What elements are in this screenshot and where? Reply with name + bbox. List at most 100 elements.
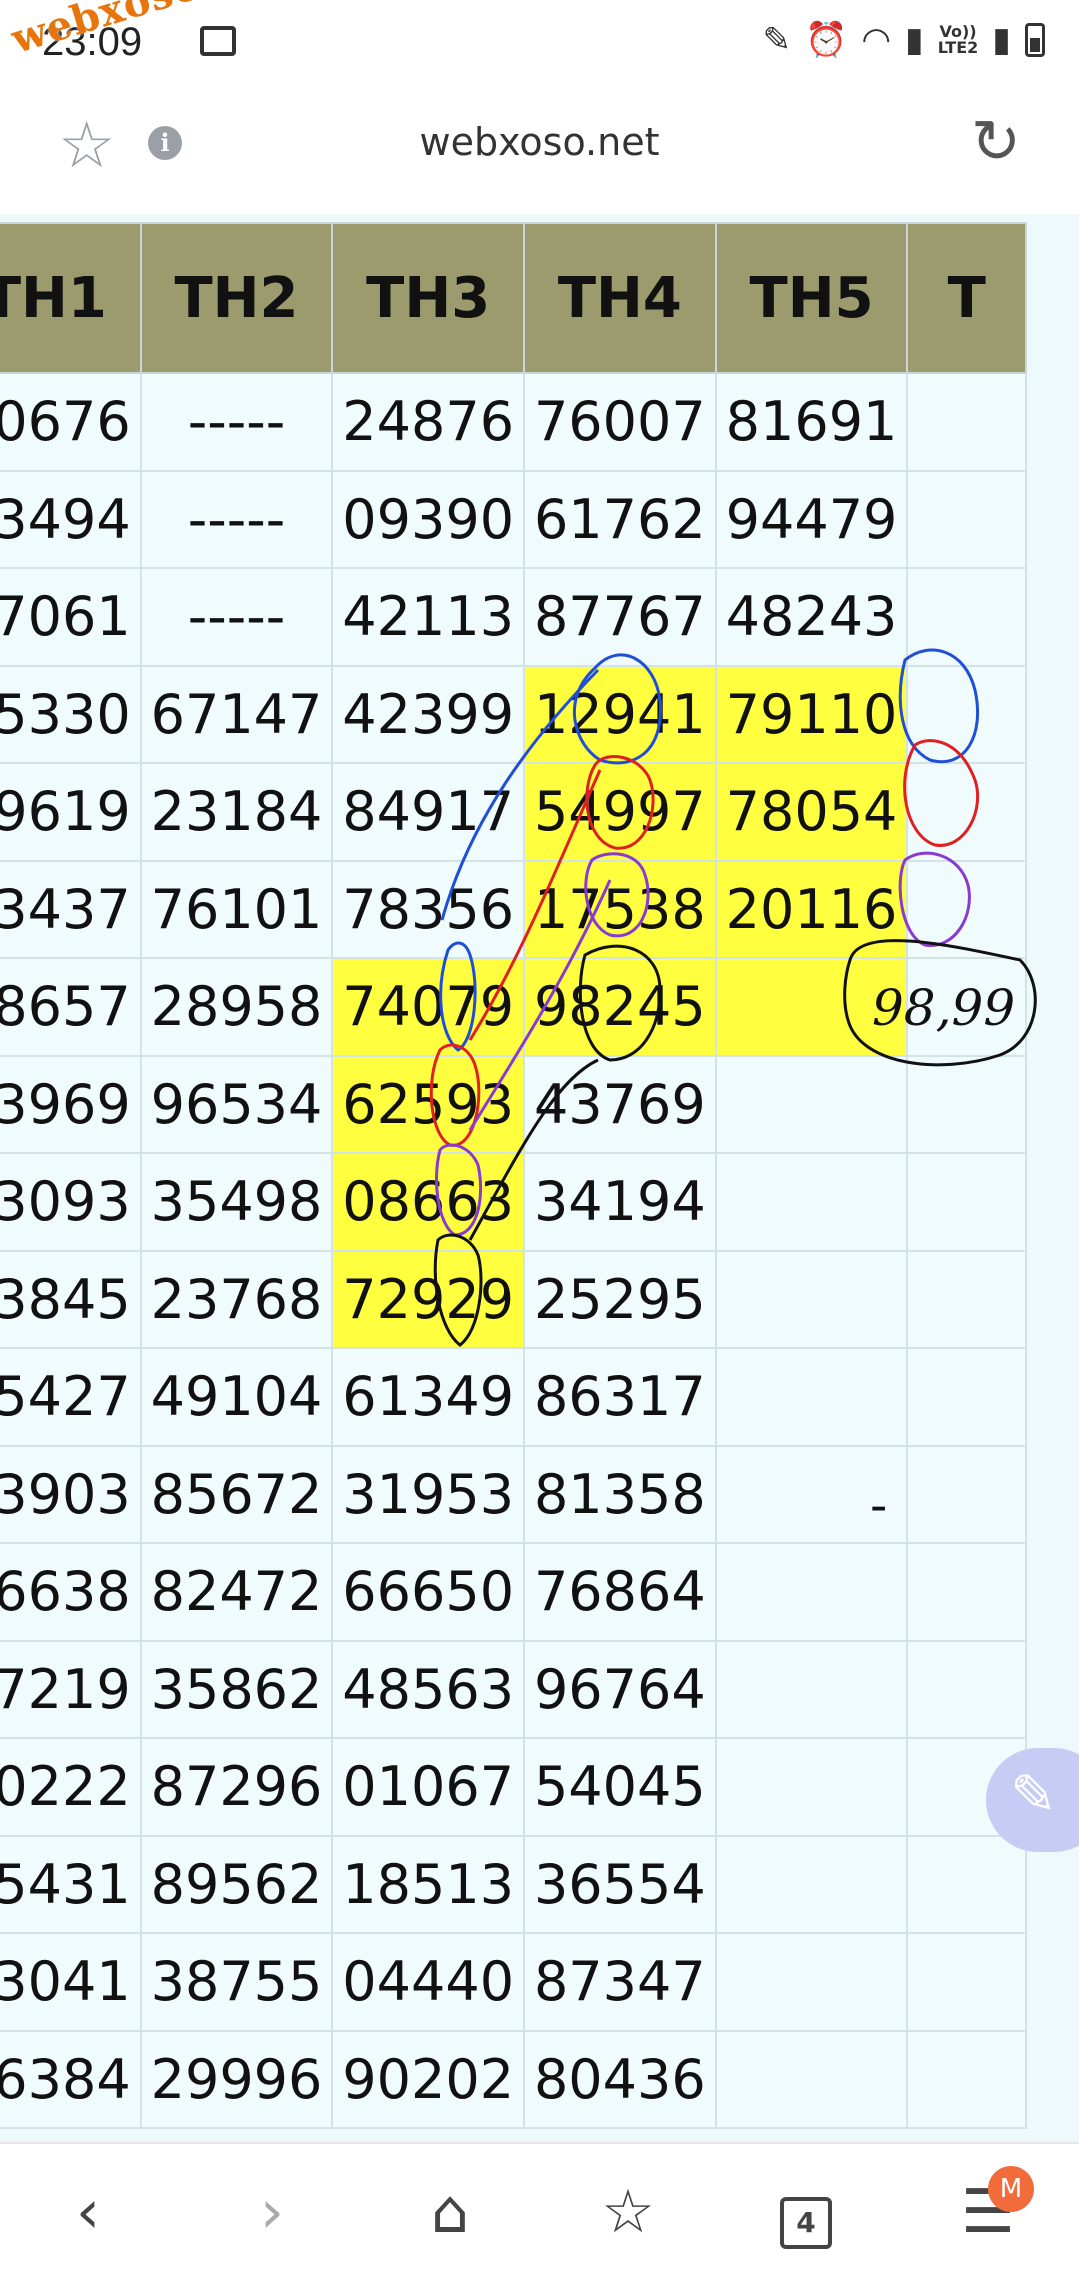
- table-cell: [714, 1249, 909, 1349]
- table-cell: -----: [139, 372, 334, 472]
- column-header-th4: TH4: [523, 222, 717, 374]
- table-cell: 56384: [0, 2029, 142, 2129]
- table-cell: 48563: [331, 1639, 526, 1739]
- table-cell: 34194: [523, 1152, 717, 1252]
- table-cell: 87347: [523, 1932, 717, 2032]
- table-cell: 81358: [523, 1444, 717, 1544]
- table-cell: [906, 859, 1027, 959]
- table-cell: 36554: [523, 1834, 717, 1934]
- table-cell: 53903: [0, 1444, 142, 1544]
- table-cell: 78054: [714, 762, 909, 862]
- table-cell: 89562: [139, 1834, 334, 1934]
- table-cell: 23184: [139, 762, 334, 862]
- table-cell: 72929: [331, 1249, 526, 1349]
- table-row: 57061-----421138776748243: [0, 567, 1027, 667]
- table-row: 53969965346259343769: [0, 1054, 1027, 1154]
- profile-avatar[interactable]: M: [988, 2166, 1034, 2212]
- table-cell: [906, 1639, 1027, 1739]
- table-cell: [906, 1152, 1027, 1252]
- table-cell: 76101: [139, 859, 334, 959]
- table-cell: 58657: [0, 957, 142, 1057]
- table-cell: 38755: [139, 1932, 334, 2032]
- table-row: 53903856723195381358: [0, 1444, 1027, 1544]
- table-cell: 87767: [523, 567, 717, 667]
- table-cell: [714, 1639, 909, 1739]
- forward-button[interactable]: ›: [222, 2172, 322, 2252]
- table-cell: 54997: [523, 762, 717, 862]
- table-cell: 18513: [331, 1834, 526, 1934]
- table-cell: 57219: [0, 1639, 142, 1739]
- table-cell: 53093: [0, 1152, 142, 1252]
- table-cell: 86317: [523, 1347, 717, 1447]
- table-cell: 43769: [523, 1054, 717, 1154]
- table-cell: 25295: [523, 1249, 717, 1349]
- table-cell: 87296: [139, 1737, 334, 1837]
- table-cell: 53041: [0, 1932, 142, 2032]
- table-cell: [714, 957, 909, 1057]
- table-cell: 76864: [523, 1542, 717, 1642]
- table-cell: [714, 1152, 909, 1252]
- table-row: 55427491046134986317: [0, 1347, 1027, 1447]
- table-row: 58657289587407998245: [0, 957, 1027, 1057]
- table-row: 5343776101783561753820116: [0, 859, 1027, 959]
- table-cell: 20116: [714, 859, 909, 959]
- network-label: Vo)) LTE2: [937, 22, 979, 57]
- table-cell: 55431: [0, 1834, 142, 1934]
- table-cell: 76007: [523, 372, 717, 472]
- table-cell: 57061: [0, 567, 142, 667]
- address-bar: ☆ i webxoso.net ↻: [0, 96, 1079, 216]
- table-cell: [714, 1542, 909, 1642]
- table-row: 57219358624856396764: [0, 1639, 1027, 1739]
- table-header-row: TH1 TH2 TH3 TH4 TH5 T: [0, 222, 1027, 374]
- table-cell: 01067: [331, 1737, 526, 1837]
- table-cell: 53437: [0, 859, 142, 959]
- table-cell: [906, 1054, 1027, 1154]
- edit-icon: ✎: [762, 20, 792, 60]
- column-header-th3: TH3: [331, 222, 526, 374]
- table-row: 90676-----248767600781691: [0, 372, 1027, 472]
- table-cell: 74079: [331, 957, 526, 1057]
- table-row: 53845237687292925295: [0, 1249, 1027, 1349]
- back-button[interactable]: ‹: [38, 2172, 138, 2252]
- results-table-container[interactable]: TH1TH2TH3TH4TH5T 90676-----2487676007816…: [0, 214, 1079, 2142]
- table-cell: [906, 1542, 1027, 1642]
- table-cell: 29996: [139, 2029, 334, 2129]
- url-text[interactable]: webxoso.net: [0, 120, 1079, 164]
- table-cell: 66650: [331, 1542, 526, 1642]
- table-cell: [714, 1737, 909, 1837]
- table-cell: 09390: [331, 469, 526, 569]
- table-cell: [906, 762, 1027, 862]
- table-cell: 96534: [139, 1054, 334, 1154]
- column-header-th1: TH1: [0, 222, 142, 374]
- table-cell: 09619: [0, 762, 142, 862]
- alarm-icon: ⏰: [805, 20, 848, 60]
- table-cell: 81691: [714, 372, 909, 472]
- table-cell: [714, 2029, 909, 2129]
- home-button[interactable]: ⌂: [400, 2172, 500, 2252]
- table-row: 5533067147423991294179110: [0, 664, 1027, 764]
- table-cell: [906, 1834, 1027, 1934]
- bookmarks-button[interactable]: ☆: [578, 2172, 678, 2252]
- table-cell: [906, 567, 1027, 667]
- table-cell: 08663: [331, 1152, 526, 1252]
- table-cell: 17538: [523, 859, 717, 959]
- table-cell: 82472: [139, 1542, 334, 1642]
- table-cell: 56638: [0, 1542, 142, 1642]
- table-cell: 85672: [139, 1444, 334, 1544]
- tabs-button[interactable]: 4: [756, 2172, 856, 2252]
- table-cell: 80436: [523, 2029, 717, 2129]
- table-cell: 48243: [714, 567, 909, 667]
- table-cell: 62593: [331, 1054, 526, 1154]
- table-cell: 96764: [523, 1639, 717, 1739]
- table-row: 53041387550444087347: [0, 1932, 1027, 2032]
- table-cell: [906, 1444, 1027, 1544]
- reload-icon[interactable]: ↻: [971, 112, 1021, 172]
- tab-count: 4: [780, 2197, 832, 2249]
- table-cell: [714, 1834, 909, 1934]
- table-cell: [714, 1054, 909, 1154]
- table-cell: 42113: [331, 567, 526, 667]
- pen-icon: ✎: [1010, 1763, 1057, 1828]
- battery-icon: [1025, 23, 1045, 57]
- table-cell: 53969: [0, 1054, 142, 1154]
- table-cell: [906, 1347, 1027, 1447]
